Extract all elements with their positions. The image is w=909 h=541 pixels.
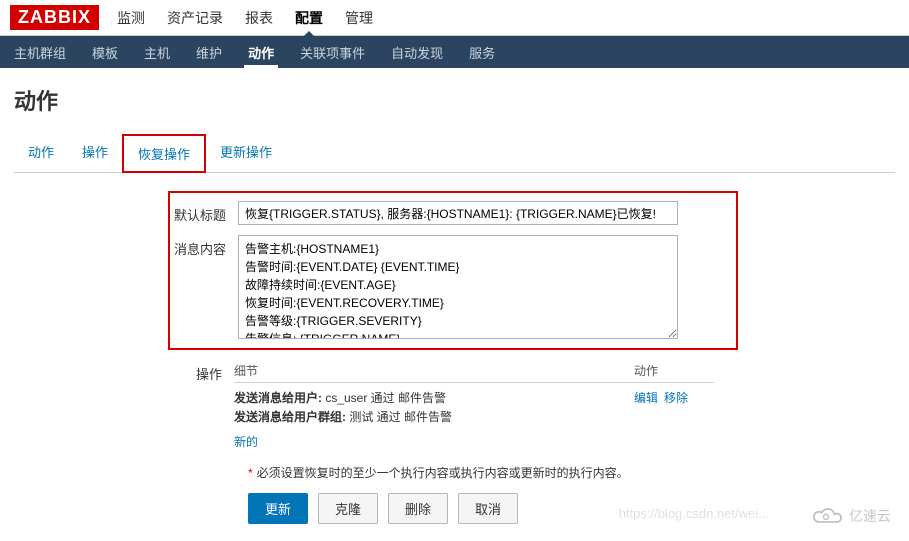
update-button[interactable]: 更新 xyxy=(248,493,308,524)
delete-button[interactable]: 删除 xyxy=(388,493,448,524)
sub-nav-item[interactable]: 模板 xyxy=(88,37,122,68)
top-nav-item[interactable]: 报表 xyxy=(245,0,273,36)
ops-header-action: 动作 xyxy=(634,362,714,379)
sub-nav-item[interactable]: 主机 xyxy=(140,37,174,68)
tabs: 动作操作恢复操作更新操作 xyxy=(14,134,895,173)
operations-label: 操作 xyxy=(14,362,234,383)
default-title-label: 默认标题 xyxy=(174,201,238,224)
top-nav-item[interactable]: 资产记录 xyxy=(167,0,223,36)
tab-item[interactable]: 操作 xyxy=(68,134,122,172)
top-nav-item[interactable]: 监测 xyxy=(117,0,145,36)
top-nav-item[interactable]: 管理 xyxy=(345,0,373,36)
logo: ZABBIX xyxy=(10,5,99,30)
button-bar: 更新 克隆 删除 取消 xyxy=(248,493,895,524)
message-content-label: 消息内容 xyxy=(174,235,238,258)
sub-nav-item[interactable]: 服务 xyxy=(465,37,499,68)
warning-text: *必须设置恢复时的至少一个执行内容或执行内容或更新时的执行内容。 xyxy=(248,464,895,481)
ops-edit-link[interactable]: 编辑 xyxy=(634,391,658,405)
sub-nav-item[interactable]: 关联项事件 xyxy=(296,37,369,68)
sub-nav-item[interactable]: 维护 xyxy=(192,37,226,68)
default-title-input[interactable] xyxy=(238,201,678,225)
tab-item[interactable]: 动作 xyxy=(14,134,68,172)
ops-header-detail: 细节 xyxy=(234,362,634,379)
top-nav-item[interactable]: 配置 xyxy=(295,0,323,36)
ops-row-text: 发送消息给用户群组: 测试 通过 邮件告警 xyxy=(234,408,634,425)
ops-remove-link[interactable]: 移除 xyxy=(664,391,688,405)
sub-nav-item[interactable]: 自动发现 xyxy=(387,37,447,68)
cancel-button[interactable]: 取消 xyxy=(458,493,518,524)
tab-item[interactable]: 恢复操作 xyxy=(122,134,206,173)
ops-row-text: 发送消息给用户: cs_user 通过 邮件告警 xyxy=(234,389,634,406)
sub-nav: 主机群组模板主机维护动作关联项事件自动发现服务 xyxy=(0,36,909,68)
ops-new-link[interactable]: 新的 xyxy=(234,433,258,450)
sub-nav-item[interactable]: 主机群组 xyxy=(10,37,70,68)
clone-button[interactable]: 克隆 xyxy=(318,493,378,524)
page-title: 动作 xyxy=(0,68,909,134)
sub-nav-item[interactable]: 动作 xyxy=(244,37,278,68)
message-content-textarea[interactable] xyxy=(238,235,678,339)
tab-item[interactable]: 更新操作 xyxy=(206,134,286,172)
top-nav: ZABBIX 监测资产记录报表配置管理 xyxy=(0,0,909,36)
recovery-config-box: 默认标题 消息内容 xyxy=(168,191,738,350)
